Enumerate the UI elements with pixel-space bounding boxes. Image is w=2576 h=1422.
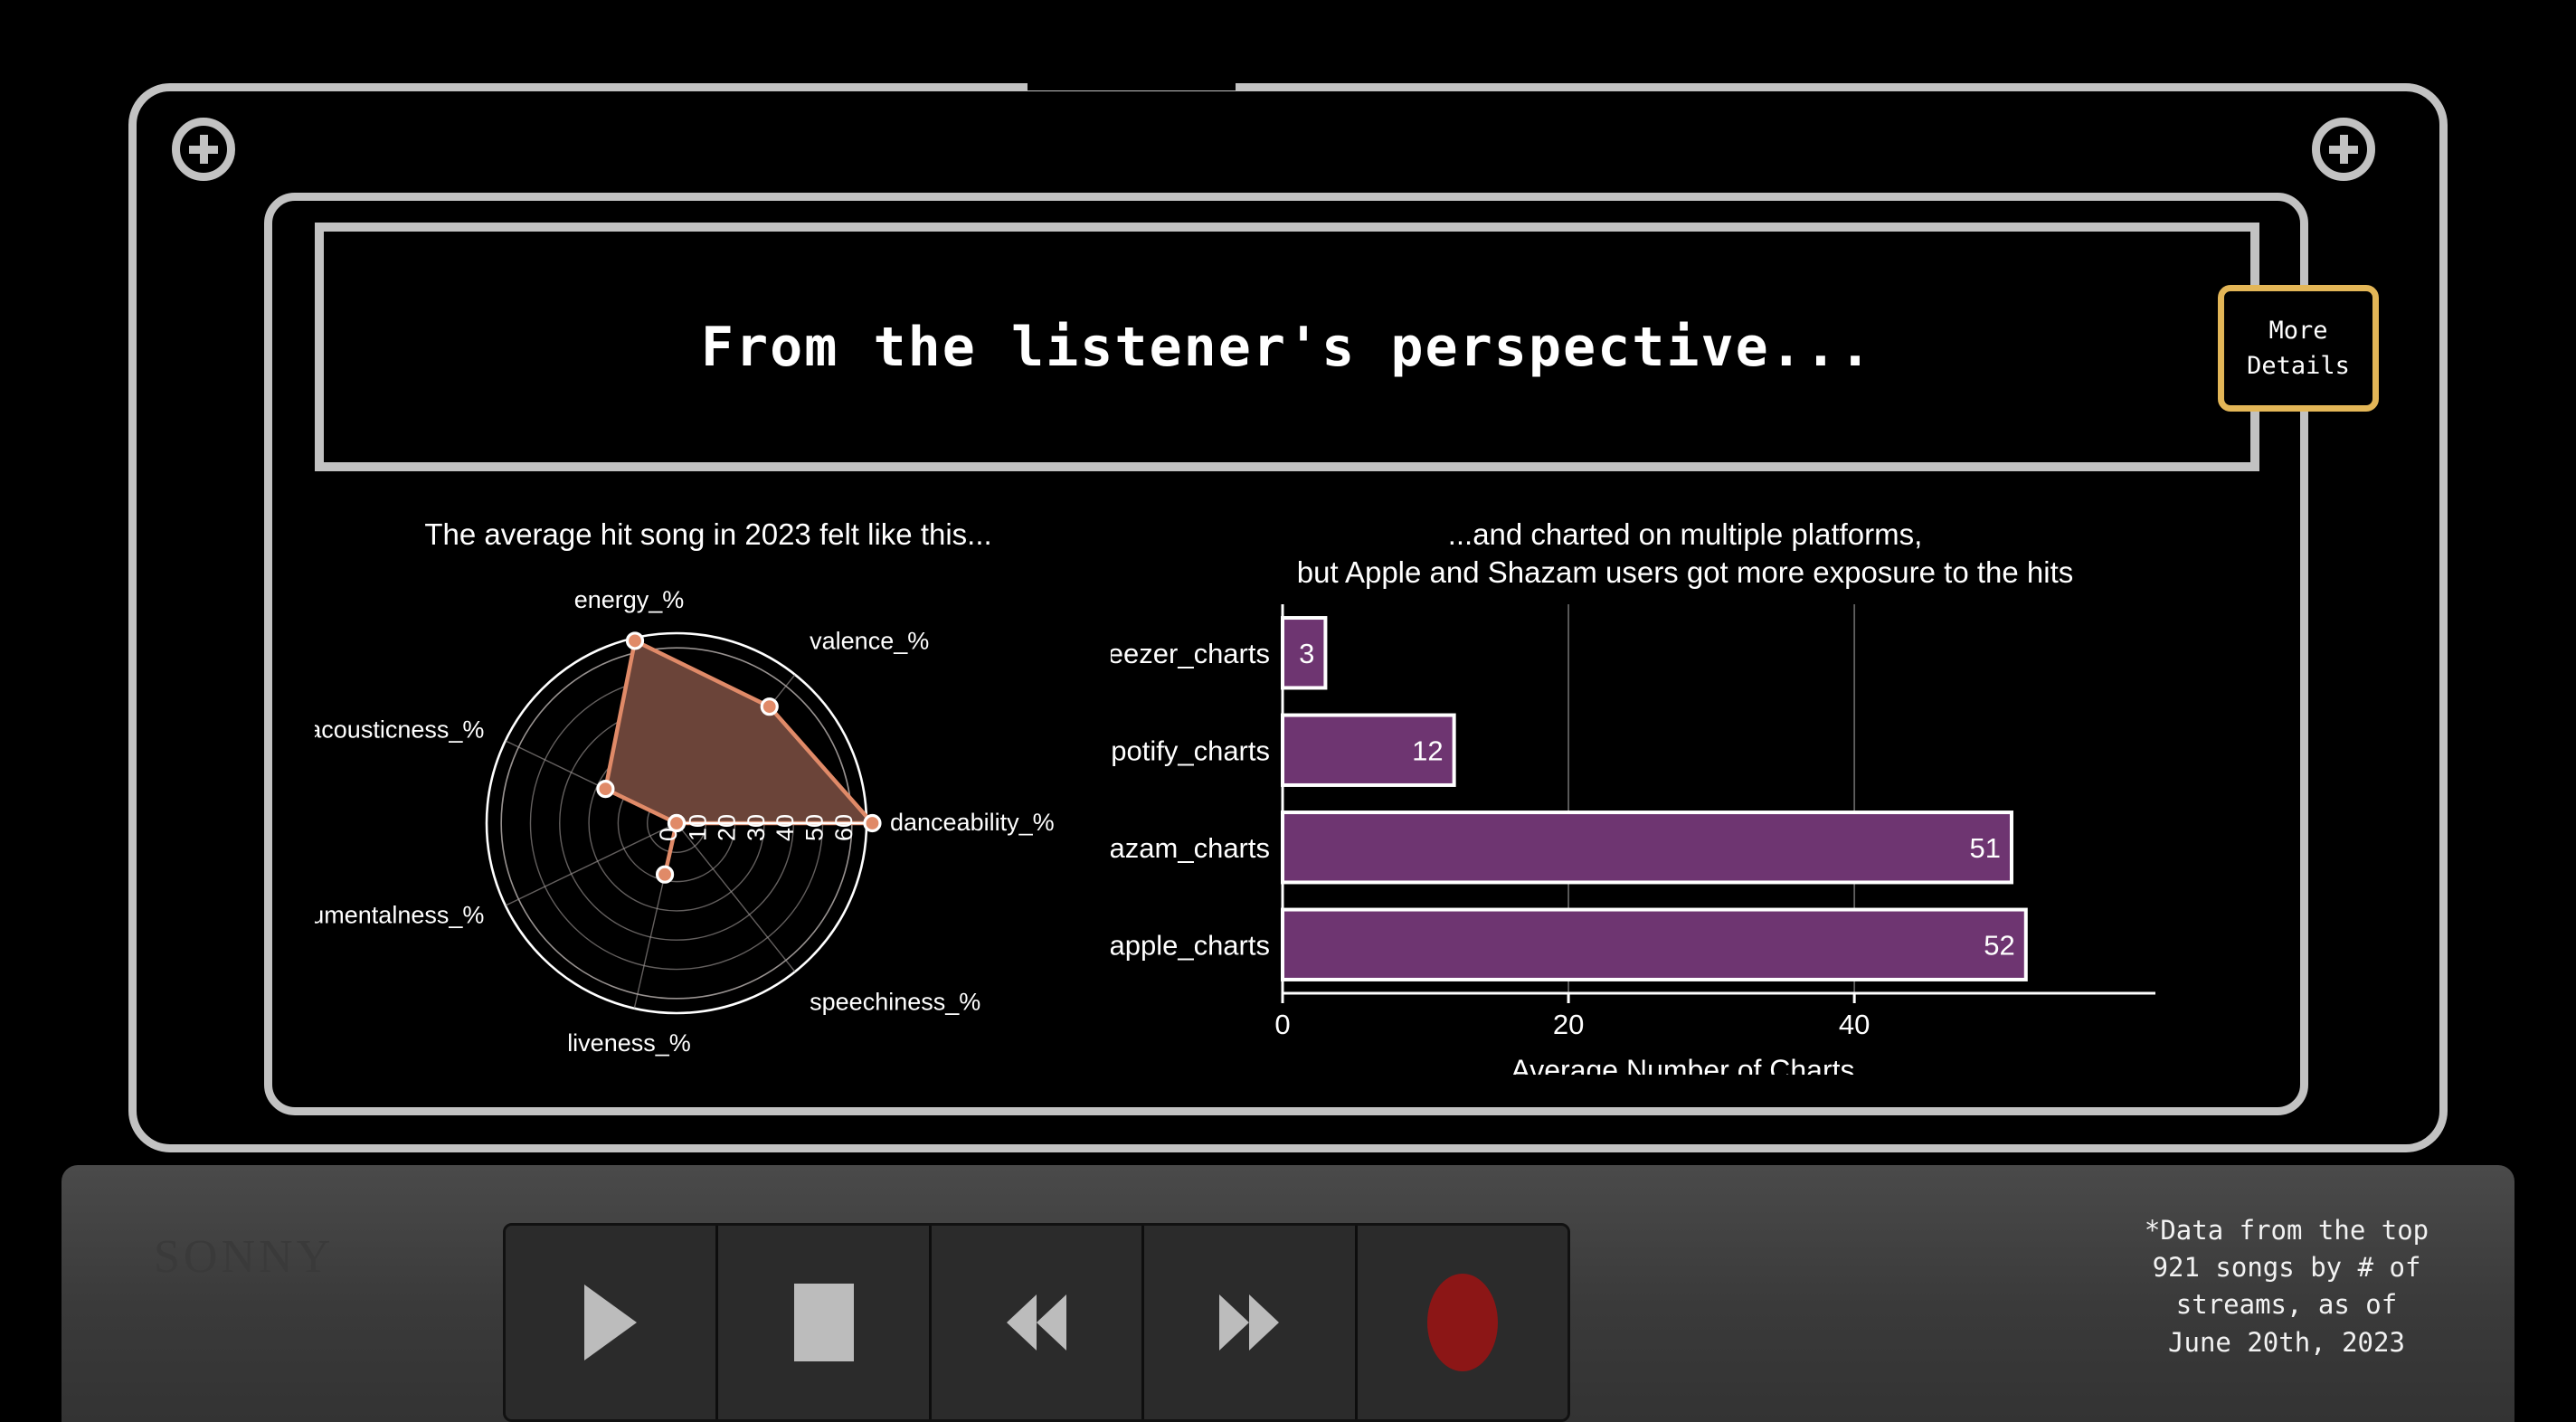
- svg-text:3: 3: [1299, 638, 1314, 669]
- svg-text:10: 10: [684, 814, 711, 841]
- svg-text:60: 60: [830, 814, 857, 841]
- play-icon: [584, 1285, 638, 1360]
- bar-chart-title: ...and charted on multiple platforms, bu…: [1111, 516, 2259, 592]
- radar-chart-panel: The average hit song in 2023 felt like t…: [315, 516, 1102, 1104]
- page-title: From the listener's perspective...: [700, 315, 1874, 379]
- svg-text:acousticness_%: acousticness_%: [315, 716, 484, 744]
- more-details-label-line1: More: [2268, 316, 2328, 345]
- svg-text:0: 0: [1274, 1009, 1290, 1040]
- bar-chart: 3 in_deezer_charts 12 in_spotify_charts 51 in…: [1111, 604, 2155, 1075]
- svg-text:instrumentalness_%: instrumentalness_%: [315, 901, 484, 928]
- svg-text:52: 52: [1984, 929, 2014, 961]
- brand-logo: SONNY: [154, 1231, 335, 1283]
- screw-top-right-icon: [2312, 118, 2375, 181]
- radar-chart-title: The average hit song in 2023 felt like t…: [424, 517, 992, 551]
- bar-chart-panel: ...and charted on multiple platforms, bu…: [1111, 516, 2259, 1104]
- svg-text:40: 40: [1839, 1009, 1870, 1040]
- svg-text:30: 30: [743, 814, 770, 841]
- stop-button[interactable]: [718, 1226, 932, 1419]
- svg-text:20: 20: [714, 814, 741, 841]
- footnote-line-3: streams, as of: [2175, 1289, 2398, 1321]
- svg-text:0: 0: [655, 828, 682, 841]
- stop-icon: [793, 1284, 854, 1361]
- svg-text:danceability_%: danceability_%: [890, 809, 1055, 836]
- play-button[interactable]: [506, 1226, 719, 1419]
- bar-chart-title-line1: ...and charted on multiple platforms,: [1447, 517, 1923, 551]
- radar-chart: 0 10 20 30 40 50 60 danceability_% valence_% ener…: [315, 586, 1055, 1057]
- fast-forward-icon: [1219, 1294, 1280, 1351]
- svg-text:51: 51: [1969, 832, 2000, 864]
- screenshot-root: From the listener's perspective... More …: [0, 0, 2576, 1422]
- fast-forward-button[interactable]: [1144, 1226, 1358, 1419]
- more-details-label-line2: Details: [2247, 352, 2350, 380]
- screw-top-left-icon: [172, 118, 235, 181]
- chassis-notch: [1028, 78, 1236, 90]
- svg-text:Average Number of Charts: Average Number of Charts: [1511, 1054, 1854, 1075]
- svg-text:20: 20: [1553, 1009, 1584, 1040]
- svg-text:12: 12: [1412, 735, 1443, 766]
- svg-text:in_apple_charts: in_apple_charts: [1111, 929, 1270, 961]
- svg-text:in_shazam_charts: in_shazam_charts: [1111, 832, 1270, 864]
- svg-text:energy_%: energy_%: [574, 586, 685, 613]
- data-source-footnote: *Data from the top 921 songs by # of str…: [2097, 1212, 2477, 1361]
- record-icon: [1426, 1274, 1498, 1371]
- rewind-button[interactable]: [931, 1226, 1145, 1419]
- more-details-button[interactable]: More Details: [2218, 285, 2379, 412]
- rewind-icon: [1007, 1294, 1067, 1351]
- footnote-line-1: *Data from the top: [2144, 1215, 2429, 1246]
- transport-controls: [503, 1223, 1570, 1422]
- footnote-line-2: 921 songs by # of: [2152, 1252, 2421, 1284]
- record-button[interactable]: [1357, 1226, 1567, 1419]
- svg-text:40: 40: [772, 814, 799, 841]
- svg-text:in_deezer_charts: in_deezer_charts: [1111, 638, 1270, 669]
- charts-area: The average hit song in 2023 felt like t…: [315, 516, 2259, 1104]
- svg-text:liveness_%: liveness_%: [567, 1029, 691, 1057]
- svg-text:in_spotify_charts: in_spotify_charts: [1111, 735, 1270, 766]
- svg-text:50: 50: [801, 814, 829, 841]
- svg-text:speechiness_%: speechiness_%: [810, 989, 980, 1016]
- svg-text:valence_%: valence_%: [810, 627, 929, 654]
- footnote-line-4: June 20th, 2023: [2168, 1326, 2405, 1358]
